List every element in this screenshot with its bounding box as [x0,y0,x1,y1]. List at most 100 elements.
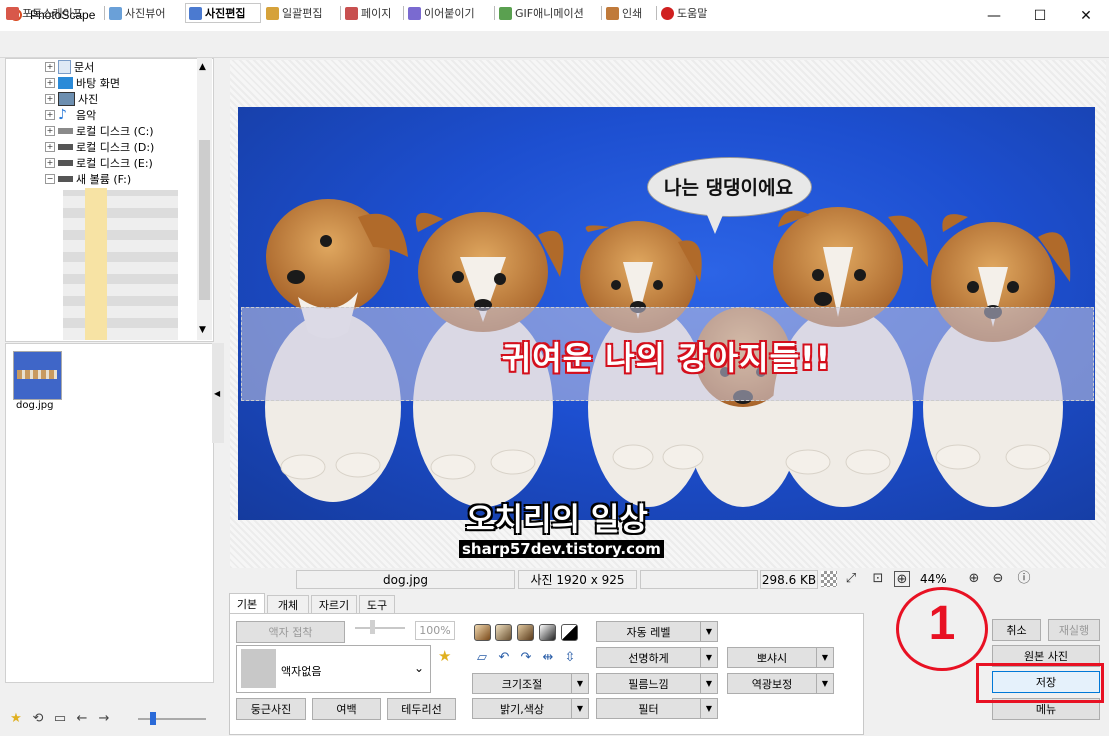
favorite-star-icon[interactable]: ★ [438,647,451,665]
chevron-down-icon[interactable]: ⌄ [414,661,424,675]
file-thumbnail[interactable] [13,351,62,400]
file-name-label: dog.jpg [16,400,54,411]
tree-item-drive-d[interactable]: + 로컬 디스크 (D:) [45,139,154,155]
tab-combine[interactable]: 이어붙이기 [405,3,493,23]
dropdown-arrow-icon: ▼ [576,679,584,688]
tab-object[interactable]: 개체 [267,595,309,613]
round-photo-button[interactable]: 둥근사진 [236,698,306,720]
tree-item-drive-e[interactable]: + 로컬 디스크 (E:) [45,155,153,171]
expand-icon[interactable]: + [45,126,55,136]
forward-arrow-icon[interactable]: → [96,711,112,727]
expand-icon[interactable]: + [45,110,55,120]
expand-icon[interactable]: + [45,142,55,152]
maximize-button[interactable]: ☐ [1017,0,1063,31]
flip-horizontal-icon[interactable]: ⇹ [540,650,556,666]
backlight-dropdown[interactable]: 역광보정 ▼ [727,673,834,694]
sharpen-dropdown[interactable]: 선명하게 ▼ [596,647,718,668]
tab-crop[interactable]: 자르기 [311,595,357,613]
tone-swatch-2[interactable] [495,624,512,641]
tab-editor[interactable]: 사진편집 [185,3,261,23]
open-folder-icon[interactable]: ▭ [52,711,68,727]
actual-size-icon[interactable]: ⊡ [870,571,886,587]
frame-percent-field[interactable]: 100% [415,621,455,640]
tab-basic[interactable]: 기본 [229,593,265,614]
frame-slider[interactable] [355,627,405,629]
tab-viewer[interactable]: 사진뷰어 [106,3,182,23]
tone-swatch-1[interactable] [474,624,491,641]
rotate-folder-icon[interactable]: ⟲ [30,711,46,727]
tab-help[interactable]: 도움말 [658,3,722,23]
brightness-color-dropdown[interactable]: 밝기,색상 ▼ [472,698,589,719]
tone-swatch-3[interactable] [517,624,534,641]
tab-page[interactable]: 페이지 [342,3,402,23]
margin-button[interactable]: 여백 [312,698,381,720]
fit-screen-icon[interactable]: ⤢ [843,571,859,587]
collapse-panel-icon[interactable]: ◀ [214,389,220,398]
viewer-tab-icon [109,6,122,20]
info-filesize: 298.6 KB [760,570,818,589]
dropdown-arrow-icon: ▼ [705,679,713,688]
speech-bubble-text: 나는 댕댕이에요 [664,177,793,199]
watermark-url: sharp57dev.tistory.com [459,540,664,558]
info-filename: dog.jpg [296,570,515,589]
dropdown-arrow-icon: ▼ [705,704,713,713]
flatten-icon[interactable]: ▱ [474,650,490,666]
dropdown-arrow-icon: ▼ [705,653,713,662]
tone-swatch-4[interactable] [539,624,556,641]
undo-button[interactable]: 취소 [992,619,1041,641]
tree-item-pictures[interactable]: + 사진 [45,91,98,107]
tab-batch[interactable]: 일괄편집 [263,3,339,23]
filter-dropdown[interactable]: 필터 ▼ [596,698,718,719]
flip-vertical-icon[interactable]: ⇳ [562,650,578,666]
minimize-button[interactable]: — [971,0,1017,31]
redo-button[interactable]: 재실행 [1048,619,1100,641]
step-number: 1 [928,597,956,650]
back-arrow-icon[interactable]: ← [74,711,90,727]
collapse-icon[interactable]: − [45,174,55,184]
expand-icon[interactable]: + [45,62,55,72]
zoom-fit-icon[interactable]: ⊕ [894,571,910,587]
tree-item-drive-f[interactable]: − 새 볼륨 (F:) [45,171,131,187]
thumbnail-size-slider[interactable] [138,718,206,720]
desktop-icon [58,77,73,89]
tab-gif[interactable]: GIF애니메이션 [496,3,600,23]
tree-item-drive-c[interactable]: + 로컬 디스크 (C:) [45,123,154,139]
scroll-up-icon[interactable]: ▲ [199,62,206,72]
close-button[interactable]: ✕ [1063,0,1109,31]
info-icon[interactable]: ⓘ [1016,571,1032,587]
tree-item-desktop[interactable]: + 바탕 화면 [45,75,120,91]
tree-scrollbar-thumb[interactable] [199,140,210,300]
zoom-in-icon[interactable]: ⊕ [966,571,982,587]
resize-dropdown[interactable]: 크기조절 ▼ [472,673,589,694]
zoom-out-icon[interactable]: ⊖ [990,571,1006,587]
auto-level-dropdown[interactable]: 자동 레벨 ▼ [596,621,718,642]
frame-slider-knob[interactable] [370,620,375,634]
tab-photoscape[interactable]: 포토스케이프 [3,3,103,23]
thumbnail-size-knob[interactable] [150,712,156,725]
frame-fit-button[interactable]: 액자 접착 [236,621,345,643]
pictures-folder-icon [58,92,75,106]
checkerboard-icon[interactable] [821,571,837,587]
drive-icon [58,176,73,182]
frame-select-value: 액자없음 [281,665,322,678]
bloom-dropdown[interactable]: 뽀샤시 ▼ [727,647,834,668]
tab-print[interactable]: 인쇄 [603,3,655,23]
print-tab-icon [606,6,619,20]
tone-swatch-5[interactable] [561,624,578,641]
rotate-left-icon[interactable]: ↶ [496,650,512,666]
favorite-star-icon[interactable]: ★ [8,711,24,727]
scroll-down-icon[interactable]: ▼ [199,325,206,335]
tree-item-music[interactable]: + ♪ 음악 [45,107,96,123]
tab-tools[interactable]: 도구 [359,595,395,613]
expand-icon[interactable]: + [45,78,55,88]
watermark-title: 오치리의 일상 [466,502,648,538]
expand-icon[interactable]: + [45,158,55,168]
border-line-button[interactable]: 테두리선 [387,698,456,720]
expand-icon[interactable]: + [45,94,55,104]
film-effect-dropdown[interactable]: 필름느낌 ▼ [596,673,718,694]
drive-icon [58,144,73,150]
gif-tab-icon [499,6,512,20]
batch-tab-icon [266,6,279,20]
rotate-right-icon[interactable]: ↷ [518,650,534,666]
tree-item-documents[interactable]: + 문서 [45,59,94,75]
